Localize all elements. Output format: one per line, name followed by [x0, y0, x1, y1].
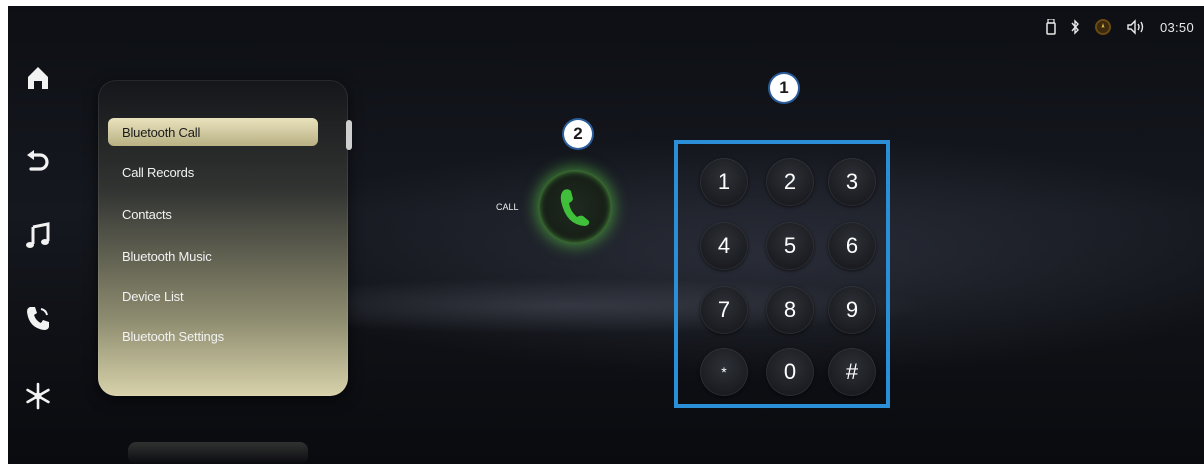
key-3[interactable]: 3 [828, 158, 876, 206]
key-7[interactable]: 7 [700, 286, 748, 334]
call-button[interactable] [538, 170, 612, 244]
key-star[interactable]: * [700, 348, 748, 396]
back-icon [27, 150, 49, 171]
bluetooth-menu: Bluetooth Call Call Records Contacts Blu… [98, 80, 352, 396]
menu-item-bluetooth-call[interactable]: Bluetooth Call [108, 118, 318, 146]
dial-keypad: 1 2 3 4 5 6 7 8 9 * 0 # [674, 140, 890, 408]
clock: 03:50 [1159, 19, 1194, 35]
navigation-icon[interactable] [1094, 18, 1112, 36]
callout-1: 1 [770, 74, 798, 102]
volume-icon[interactable] [1126, 19, 1146, 35]
callout-2: 2 [564, 120, 592, 148]
home-button[interactable] [18, 58, 58, 98]
music-icon [26, 222, 50, 248]
menu-item-label: Bluetooth Music [122, 248, 212, 264]
usb-icon [1046, 19, 1056, 35]
key-hash[interactable]: # [828, 348, 876, 396]
music-button[interactable] [18, 216, 58, 256]
back-button[interactable] [18, 142, 58, 182]
menu-item-label: Bluetooth Settings [122, 328, 224, 344]
key-6[interactable]: 6 [828, 222, 876, 270]
side-rail [8, 46, 70, 446]
key-5[interactable]: 5 [766, 222, 814, 270]
climate-button[interactable] [18, 376, 58, 416]
bluetooth-icon [1070, 19, 1080, 35]
menu-item-contacts[interactable]: Contacts [108, 200, 318, 228]
menu-item-bluetooth-music[interactable]: Bluetooth Music [108, 242, 318, 270]
climate-icon [26, 382, 50, 410]
menu-item-call-records[interactable]: Call Records [108, 158, 318, 186]
key-1[interactable]: 1 [700, 158, 748, 206]
menu-reflection [128, 442, 308, 464]
status-bar: 03:50 [1046, 16, 1194, 38]
menu-item-label: Contacts [122, 206, 172, 222]
key-0[interactable]: 0 [766, 348, 814, 396]
call-label: CALL [496, 202, 519, 212]
menu-item-device-list[interactable]: Device List [108, 282, 318, 310]
key-4[interactable]: 4 [700, 222, 748, 270]
menu-item-label: Bluetooth Call [122, 124, 201, 140]
menu-item-bluetooth-settings[interactable]: Bluetooth Settings [108, 322, 318, 350]
key-2[interactable]: 2 [766, 158, 814, 206]
key-9[interactable]: 9 [828, 286, 876, 334]
phone-icon [560, 189, 590, 226]
phone-button[interactable] [18, 298, 58, 338]
menu-item-label: Call Records [122, 164, 195, 180]
menu-item-label: Device List [122, 288, 184, 304]
home-icon [28, 67, 48, 89]
key-8[interactable]: 8 [766, 286, 814, 334]
phone-icon [27, 307, 49, 330]
head-unit-screen: 03:50 Bluetooth Call Call Records Contac… [8, 6, 1204, 464]
